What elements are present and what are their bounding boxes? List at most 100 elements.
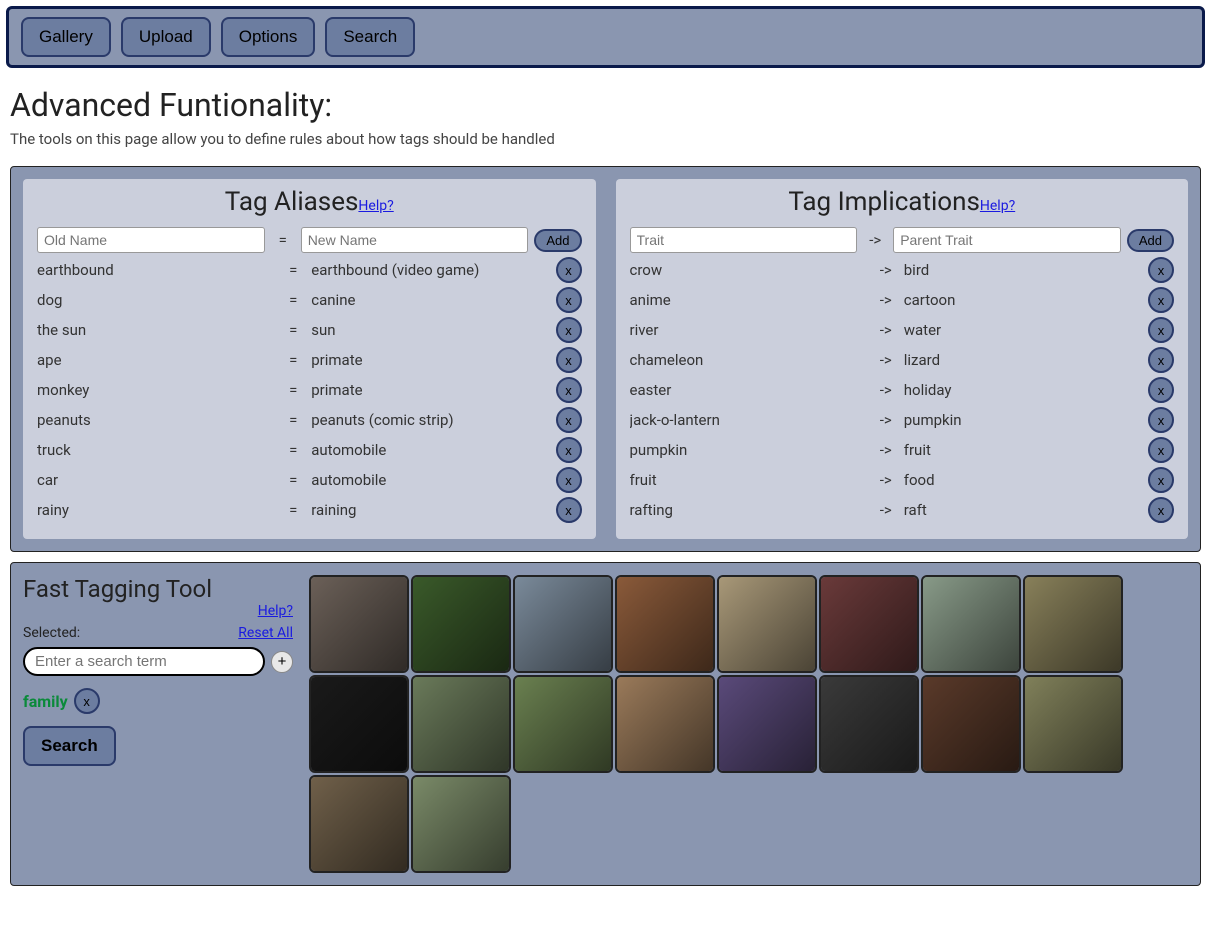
thumbnail[interactable] xyxy=(921,575,1021,673)
thumbnail[interactable] xyxy=(309,575,409,673)
impl-delete-button[interactable]: x xyxy=(1148,347,1174,373)
alias-left: peanuts xyxy=(37,411,275,429)
page-title: Advanced Funtionality: xyxy=(10,86,1201,124)
impl-sep: -> xyxy=(874,501,898,519)
alias-left: truck xyxy=(37,441,275,459)
thumbnail[interactable] xyxy=(1023,575,1123,673)
alias-row: truck=automobilex xyxy=(37,435,582,465)
impl-left: river xyxy=(630,321,868,339)
thumbnail[interactable] xyxy=(717,675,817,773)
thumbnail[interactable] xyxy=(1023,675,1123,773)
implication-row: chameleon->lizardx xyxy=(630,345,1175,375)
alias-row: dog=caninex xyxy=(37,285,582,315)
nav-search[interactable]: Search xyxy=(325,17,415,57)
alias-sep: = xyxy=(281,411,305,429)
fast-tag-help-link[interactable]: Help? xyxy=(258,603,293,619)
alias-sep: = xyxy=(281,351,305,369)
impl-right: holiday xyxy=(904,381,1142,399)
thumbnail[interactable] xyxy=(411,575,511,673)
alias-add-button[interactable]: Add xyxy=(534,229,581,252)
impl-left: crow xyxy=(630,261,868,279)
alias-left: earthbound xyxy=(37,261,275,279)
aliases-help-link[interactable]: Help? xyxy=(358,198,393,214)
impl-delete-button[interactable]: x xyxy=(1148,317,1174,343)
alias-row: rainy=rainingx xyxy=(37,495,582,525)
alias-new-input[interactable] xyxy=(301,227,529,253)
impl-trait-input[interactable] xyxy=(630,227,858,253)
thumbnail[interactable] xyxy=(615,675,715,773)
impl-left: jack-o-lantern xyxy=(630,411,868,429)
alias-delete-button[interactable]: x xyxy=(556,347,582,373)
alias-delete-button[interactable]: x xyxy=(556,287,582,313)
alias-left: the sun xyxy=(37,321,275,339)
impl-delete-button[interactable]: x xyxy=(1148,497,1174,523)
aliases-box: Tag AliasesHelp? = Add earthbound=earthb… xyxy=(23,179,596,539)
impl-delete-button[interactable]: x xyxy=(1148,377,1174,403)
thumbnail[interactable] xyxy=(819,575,919,673)
alias-sep: = xyxy=(281,381,305,399)
alias-left: ape xyxy=(37,351,275,369)
nav-gallery[interactable]: Gallery xyxy=(21,17,111,57)
alias-delete-button[interactable]: x xyxy=(556,377,582,403)
alias-right: canine xyxy=(311,291,549,309)
impl-sep: -> xyxy=(874,351,898,369)
alias-delete-button[interactable]: x xyxy=(556,497,582,523)
alias-row: earthbound=earthbound (video game)x xyxy=(37,255,582,285)
nav-upload[interactable]: Upload xyxy=(121,17,211,57)
impl-sep: -> xyxy=(874,441,898,459)
thumbnail[interactable] xyxy=(513,675,613,773)
impl-delete-button[interactable]: x xyxy=(1148,467,1174,493)
impl-parent-input[interactable] xyxy=(893,227,1121,253)
thumbnail[interactable] xyxy=(411,775,511,873)
implications-help-link[interactable]: Help? xyxy=(980,198,1015,214)
impl-delete-button[interactable]: x xyxy=(1148,287,1174,313)
implications-add-row: -> Add xyxy=(630,225,1175,255)
reset-all-link[interactable]: Reset All xyxy=(238,625,293,641)
implication-row: anime->cartoonx xyxy=(630,285,1175,315)
impl-add-button[interactable]: Add xyxy=(1127,229,1174,252)
thumbnail[interactable] xyxy=(309,675,409,773)
alias-sep: = xyxy=(281,441,305,459)
thumbnail[interactable] xyxy=(615,575,715,673)
alias-row: ape=primatex xyxy=(37,345,582,375)
alias-left: monkey xyxy=(37,381,275,399)
alias-old-input[interactable] xyxy=(37,227,265,253)
impl-delete-button[interactable]: x xyxy=(1148,257,1174,283)
alias-delete-button[interactable]: x xyxy=(556,407,582,433)
selected-label: Selected: xyxy=(23,625,80,641)
impl-delete-button[interactable]: x xyxy=(1148,407,1174,433)
alias-row: peanuts=peanuts (comic strip)x xyxy=(37,405,582,435)
alias-right: automobile xyxy=(311,471,549,489)
fast-tagging-panel: Fast Tagging Tool Help? Selected: Reset … xyxy=(10,562,1201,886)
alias-delete-button[interactable]: x xyxy=(556,437,582,463)
implication-row: pumpkin->fruitx xyxy=(630,435,1175,465)
alias-delete-button[interactable]: x xyxy=(556,257,582,283)
impl-right: food xyxy=(904,471,1142,489)
rules-panel: Tag AliasesHelp? = Add earthbound=earthb… xyxy=(10,166,1201,552)
alias-delete-button[interactable]: x xyxy=(556,317,582,343)
nav-options[interactable]: Options xyxy=(221,17,316,57)
fast-tag-search-button[interactable]: Search xyxy=(23,726,116,766)
aliases-add-row: = Add xyxy=(37,225,582,255)
thumbnail[interactable] xyxy=(411,675,511,773)
fast-tag-search-input[interactable] xyxy=(23,647,265,676)
aliases-title: Tag Aliases xyxy=(225,187,359,217)
impl-delete-button[interactable]: x xyxy=(1148,437,1174,463)
impl-left: pumpkin xyxy=(630,441,868,459)
tag-remove-button[interactable]: x xyxy=(74,688,100,714)
thumbnail[interactable] xyxy=(921,675,1021,773)
thumbnail[interactable] xyxy=(309,775,409,873)
alias-delete-button[interactable]: x xyxy=(556,467,582,493)
thumbnail[interactable] xyxy=(717,575,817,673)
implications-box: Tag ImplicationsHelp? -> Add crow->birdx… xyxy=(616,179,1189,539)
thumbnail[interactable] xyxy=(513,575,613,673)
thumbnail[interactable] xyxy=(819,675,919,773)
implication-row: river->waterx xyxy=(630,315,1175,345)
impl-right: raft xyxy=(904,501,1142,519)
add-term-button[interactable]: + xyxy=(271,651,293,673)
impl-left: anime xyxy=(630,291,868,309)
alias-right: sun xyxy=(311,321,549,339)
alias-sep: = xyxy=(281,261,305,279)
thumbnail-grid xyxy=(309,575,1188,873)
impl-left: fruit xyxy=(630,471,868,489)
